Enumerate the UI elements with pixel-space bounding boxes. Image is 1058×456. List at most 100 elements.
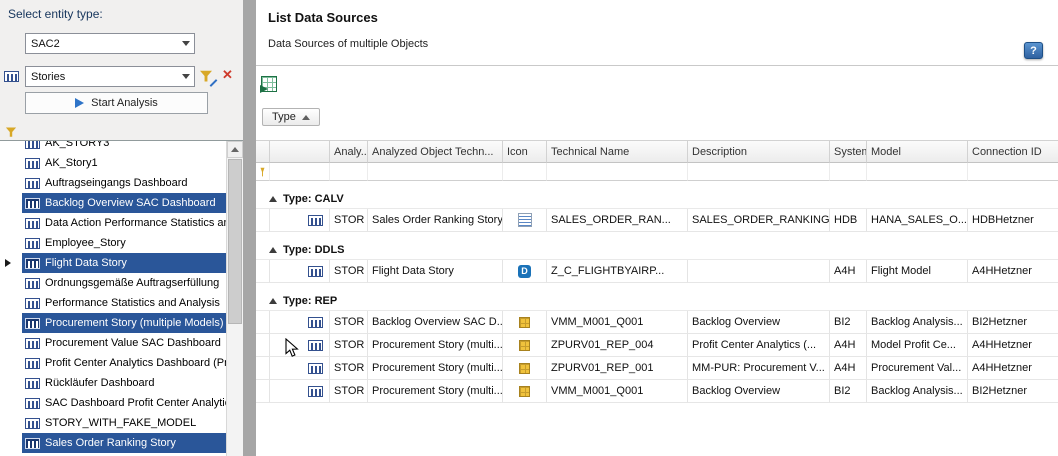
column-header-object-icon[interactable] <box>270 141 330 163</box>
column-header-analyzed[interactable]: Analy... <box>330 141 368 163</box>
scroll-up-button[interactable] <box>227 141 243 158</box>
cell-object-icon <box>270 334 330 357</box>
help-button[interactable]: ? <box>1024 42 1043 59</box>
filter-cell-connection-id[interactable] <box>968 163 1058 181</box>
story-icon <box>25 378 40 389</box>
filter-cell-description[interactable] <box>688 163 830 181</box>
story-list-item[interactable]: AK_Story1 <box>0 153 226 173</box>
story-row-body: Data Action Performance Statistics an <box>22 213 226 233</box>
column-header-technical-name[interactable]: Technical Name <box>547 141 688 163</box>
filter-edit-icon[interactable] <box>200 70 217 85</box>
group-header[interactable]: Type: REP <box>256 291 1058 311</box>
cell-connection-id: A4HHetzner <box>968 260 1058 283</box>
row-indicator <box>0 213 22 233</box>
play-icon <box>75 98 84 108</box>
entity-type-combo[interactable]: SAC2 <box>25 33 195 54</box>
table-row[interactable]: STORProcurement Story (multi...VMM_M001_… <box>256 380 1058 403</box>
app-window: Select entity type: SAC2 Stories ✕ Start… <box>0 0 1058 456</box>
filter-cell-indicator[interactable] <box>256 163 270 181</box>
column-header-object-name[interactable]: Analyzed Object Techn... <box>368 141 503 163</box>
group-by-panel: Type <box>256 102 1058 136</box>
list-filter-icon[interactable] <box>6 127 16 137</box>
story-list-item[interactable]: Procurement Value SAC Dashboard <box>0 333 226 353</box>
story-icon <box>25 258 40 269</box>
story-label: Ordnungsgemäße Auftragserfüllung <box>45 277 219 289</box>
start-analysis-button[interactable]: Start Analysis <box>25 92 208 114</box>
page-title: List Data Sources <box>268 10 378 25</box>
story-list-item[interactable]: Backlog Overview SAC Dashboard <box>0 193 226 213</box>
row-indicator <box>0 140 22 153</box>
column-header-indicator[interactable] <box>256 141 270 163</box>
column-header-description[interactable]: Description <box>688 141 830 163</box>
filter-cell-icon[interactable] <box>503 163 547 181</box>
cell-object-name: Procurement Story (multi... <box>368 334 503 357</box>
story-list-item[interactable]: Sales Order Ranking Story <box>0 433 226 453</box>
cell-system: A4H <box>830 334 867 357</box>
story-list-item[interactable]: Ordnungsgemäße Auftragserfüllung <box>0 273 226 293</box>
group-header[interactable]: Type: DDLS <box>256 240 1058 260</box>
object-type-combo[interactable]: Stories <box>25 66 195 87</box>
column-header-system[interactable]: System <box>830 141 867 163</box>
filter-cell-model[interactable] <box>867 163 968 181</box>
clear-filter-icon[interactable]: ✕ <box>222 67 233 83</box>
filter-cell-analyzed[interactable] <box>330 163 368 181</box>
column-header-icon[interactable]: Icon <box>503 141 547 163</box>
cell-icon <box>503 357 547 380</box>
story-row-body: AK_STORY3 <box>22 140 226 153</box>
story-list-item[interactable]: Performance Statistics and Analysis <box>0 293 226 313</box>
cell-description: Profit Center Analytics (... <box>688 334 830 357</box>
table-row[interactable]: STORProcurement Story (multi...ZPURV01_R… <box>256 334 1058 357</box>
filter-funnel-icon <box>261 167 265 177</box>
table-row[interactable]: STORBacklog Overview SAC D...VMM_M001_Q0… <box>256 311 1058 334</box>
chevron-down-icon[interactable] <box>177 34 194 53</box>
filter-cell-object-name[interactable] <box>368 163 503 181</box>
filter-cell-technical-name[interactable] <box>547 163 688 181</box>
group-label: Type: CALV <box>283 193 344 205</box>
story-list-item[interactable]: Data Action Performance Statistics an <box>0 213 226 233</box>
story-label: Performance Statistics and Analysis <box>45 297 220 309</box>
chevron-down-icon[interactable] <box>177 67 194 86</box>
row-indicator <box>0 233 22 253</box>
cell-system: BI2 <box>830 311 867 334</box>
story-list-item[interactable]: Profit Center Analytics Dashboard (Pr <box>0 353 226 373</box>
column-header-connection-id[interactable]: Connection ID <box>968 141 1058 163</box>
group-expand-icon <box>269 247 277 253</box>
story-label: Profit Center Analytics Dashboard (Pr <box>45 357 226 369</box>
cell-system: HDB <box>830 209 867 232</box>
story-row-body: STORY_WITH_FAKE_MODEL <box>22 413 226 433</box>
cell-object-name: Procurement Story (multi... <box>368 357 503 380</box>
cell-object-icon <box>270 260 330 283</box>
panel-splitter[interactable] <box>243 0 256 456</box>
list-scrollbar[interactable] <box>226 141 243 456</box>
entity-type-value: SAC2 <box>26 38 177 50</box>
story-list-item[interactable]: AK_STORY3 <box>0 140 226 153</box>
filter-cell-system[interactable] <box>830 163 867 181</box>
cell-connection-id: A4HHetzner <box>968 334 1058 357</box>
table-row[interactable]: STORFlight Data StoryDZ_C_FLIGHTBYAIRP..… <box>256 260 1058 283</box>
story-list-item[interactable]: SAC Dashboard Profit Center Analytic <box>0 393 226 413</box>
story-list-item[interactable]: Auftragseingangs Dashboard <box>0 173 226 193</box>
story-row-body: Procurement Story (multiple Models) <box>22 313 226 333</box>
export-excel-icon[interactable] <box>261 76 277 92</box>
cell-model: Flight Model <box>867 260 968 283</box>
group-chip-type[interactable]: Type <box>262 108 320 126</box>
story-list-item[interactable]: STORY_WITH_FAKE_MODEL <box>0 413 226 433</box>
scrollbar-thumb[interactable] <box>228 159 242 324</box>
story-list-item[interactable]: Employee_Story <box>0 233 226 253</box>
column-header-model[interactable]: Model <box>867 141 968 163</box>
cell-analyzed: STOR <box>330 209 368 232</box>
story-row-body: Auftragseingangs Dashboard <box>22 173 226 193</box>
story-icon <box>25 358 40 369</box>
story-list-item[interactable]: Procurement Story (multiple Models) <box>0 313 226 333</box>
cell-indicator <box>256 357 270 380</box>
filter-cell-object-icon[interactable] <box>270 163 330 181</box>
story-list-item[interactable]: Flight Data Story <box>0 253 226 273</box>
table-row[interactable]: STORProcurement Story (multi...ZPURV01_R… <box>256 357 1058 380</box>
story-list-item[interactable]: Rückläufer Dashboard <box>0 373 226 393</box>
table-row[interactable]: STORSales Order Ranking StorySALES_ORDER… <box>256 209 1058 232</box>
cell-system: BI2 <box>830 380 867 403</box>
sort-ascending-icon <box>302 115 310 120</box>
cell-object-name: Backlog Overview SAC D... <box>368 311 503 334</box>
page-header: List Data Sources Data Sources of multip… <box>256 0 1058 66</box>
group-header[interactable]: Type: CALV <box>256 189 1058 209</box>
